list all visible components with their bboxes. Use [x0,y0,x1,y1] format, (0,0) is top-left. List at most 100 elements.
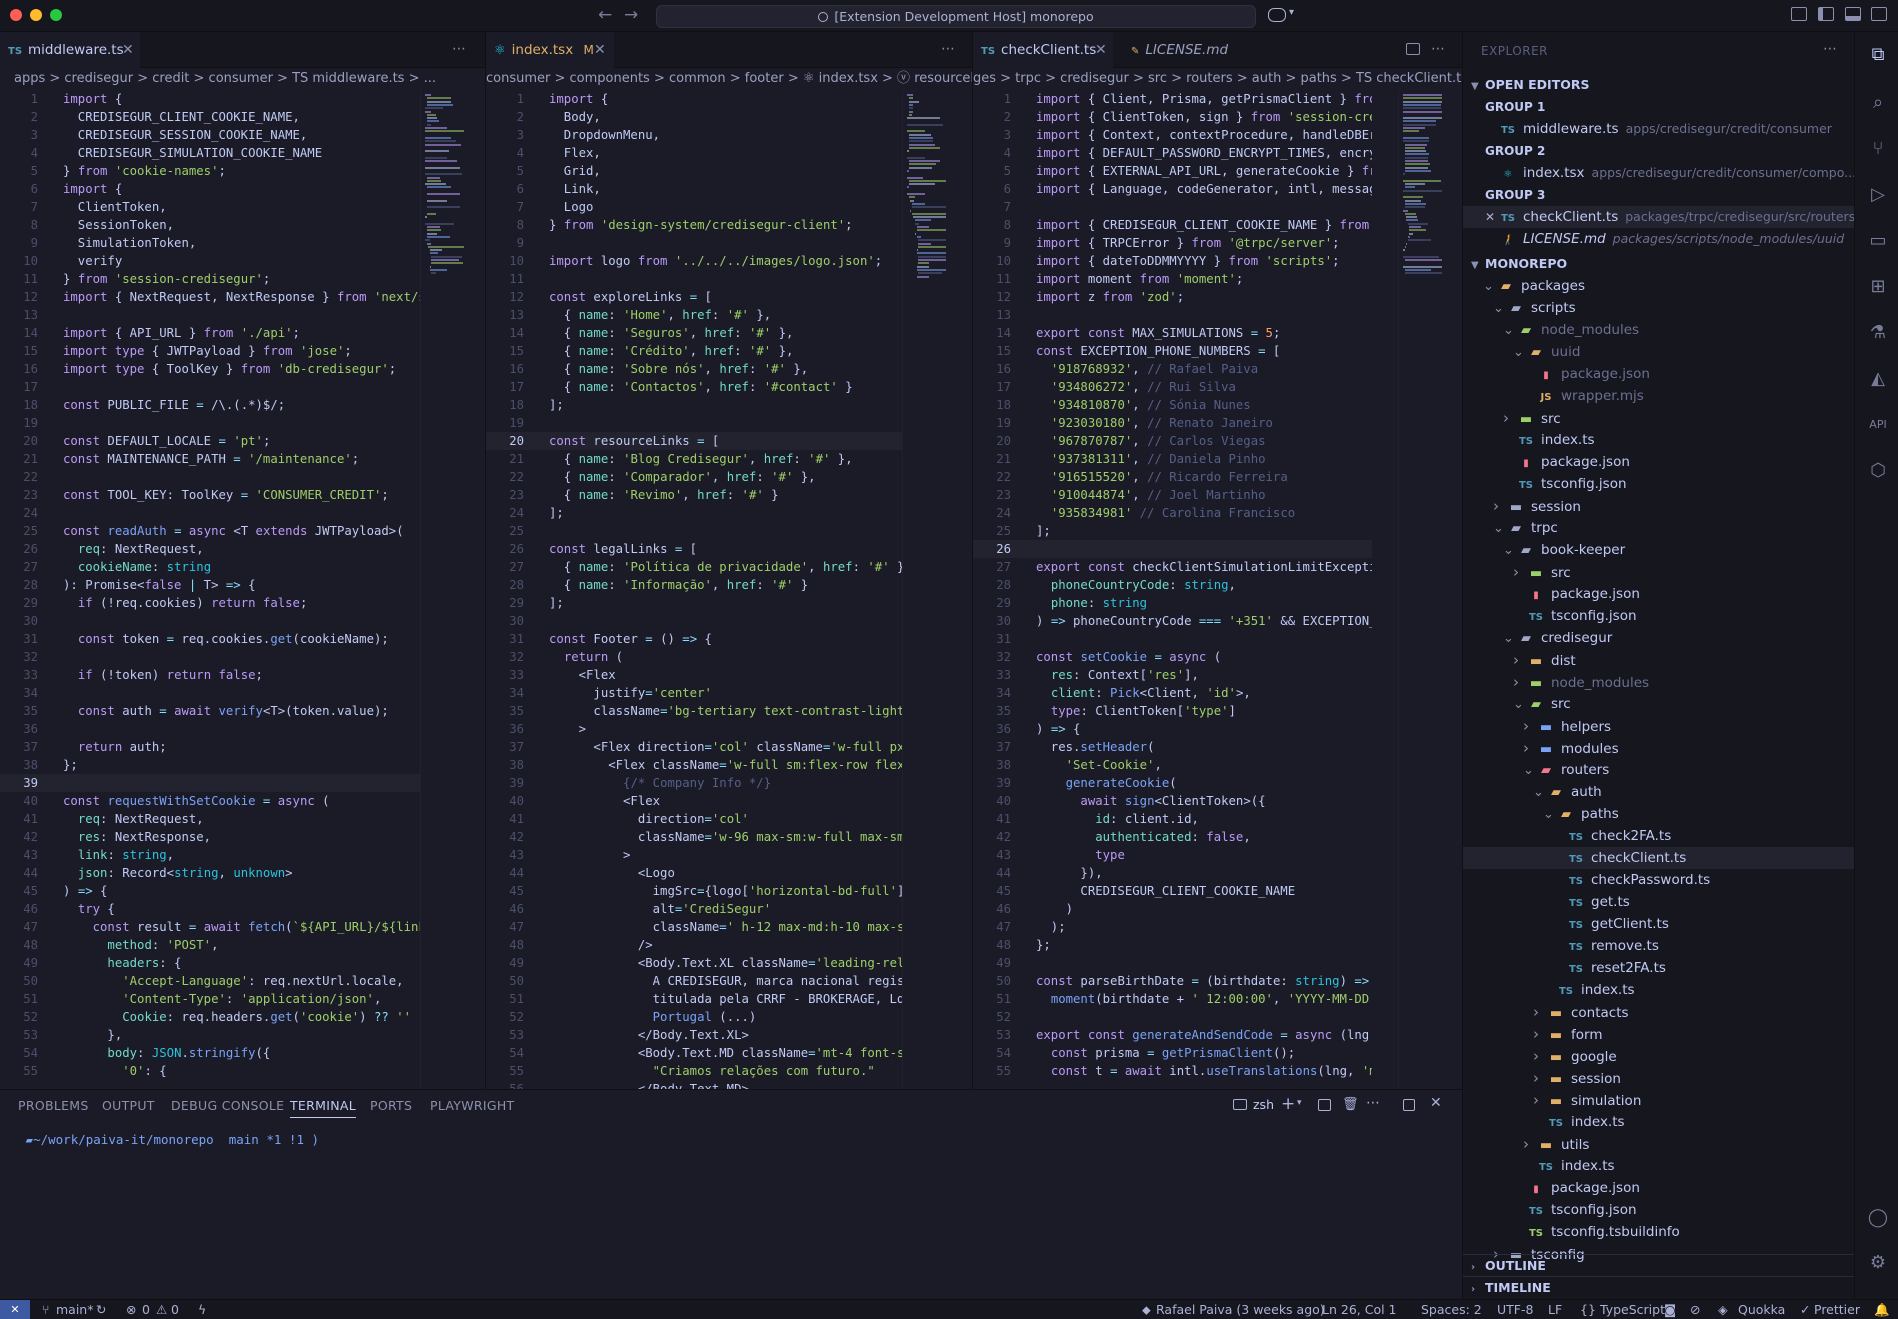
code-line[interactable]: 49 <Body.Text.XL className='leading-rela [486,954,914,972]
code-line[interactable]: 43 > [486,846,914,864]
code-line[interactable]: 20 const DEFAULT_LOCALE = 'pt'; [0,432,425,450]
code-line[interactable]: 49 headers: { [0,954,425,972]
branch-status[interactable]: main* [56,1302,93,1317]
code-line[interactable]: 2 import { ClientToken, sign } from 'sess… [973,108,1372,126]
back-arrow-icon[interactable]: ← [598,5,612,25]
code-line[interactable]: 37 <Flex direction='col' className='w-fu… [486,738,914,756]
code-line[interactable]: 55 "Criamos relações com futuro." [486,1062,914,1080]
tree-folder[interactable]: › ▬ form [1463,1023,1854,1045]
code-line[interactable]: 1 import { [486,90,914,108]
code-line[interactable]: 35 className='bg-tertiary text-contrast-… [486,702,914,720]
tree-file[interactable]: TS remove.ts [1463,935,1854,957]
code-line[interactable]: 51 moment(birthdate + ' 12:00:00', 'YYYY… [973,990,1372,1008]
code-line[interactable]: 8} from 'design-system/credisegur-client… [486,216,914,234]
code-line[interactable]: 5 Grid, [486,162,914,180]
more-actions-icon[interactable]: ⋯ [941,41,955,57]
testing-icon[interactable]: ⚗ [1867,322,1889,344]
code-line[interactable]: 26 req: NextRequest, [0,540,425,558]
code-line[interactable]: 47 ); [973,918,1372,936]
maximize-panel-icon[interactable] [1403,1099,1415,1111]
code-line[interactable]: 50 const parseBirthDate = (birthdate: str… [973,972,1372,990]
code-line[interactable]: 44 json: Record<string, unknown> [0,864,425,882]
code-line[interactable]: 22 { name: 'Comparador', href: '#' }, [486,468,914,486]
code-line[interactable]: 10 import { dateToDDMMYYYY } from 'script… [973,252,1372,270]
code-line[interactable]: 43 link: string, [0,846,425,864]
chevron-down-icon[interactable]: ▾ [1297,1098,1302,1108]
code-line[interactable]: 42 res: NextResponse, [0,828,425,846]
code-line[interactable]: 39 {/* Company Info */} [486,774,914,792]
code-line[interactable]: 23 '910044874', // Joel Martinho [973,486,1372,504]
code-line[interactable]: 25]; [973,522,1372,540]
code-line[interactable]: 52 [973,1008,1372,1026]
copilot-icon[interactable] [1268,8,1286,22]
open-editors-group[interactable]: GROUP 1 [1463,96,1854,118]
close-icon[interactable]: ✕ [1095,32,1107,68]
code-line[interactable]: 41 direction='col' [486,810,914,828]
code-line[interactable]: 32 [0,648,425,666]
code-line[interactable]: 50 'Accept-Language': req.nextUrl.locale… [0,972,425,990]
tree-folder[interactable]: › ▬ utils [1463,1133,1854,1155]
code-line[interactable]: 25 [486,522,914,540]
code-line[interactable]: 39 [0,774,425,792]
new-terminal-icon[interactable]: + [1281,1094,1295,1114]
code-line[interactable]: 2 CREDISEGUR_CLIENT_COOKIE_NAME, [0,108,425,126]
code-line[interactable]: 3 CREDISEGUR_SESSION_COOKIE_NAME, [0,126,425,144]
code-line[interactable]: 1 import { Client, Prisma, getPrismaClien… [973,90,1372,108]
code-line[interactable]: 45 CREDISEGUR_CLIENT_COOKIE_NAME [973,882,1372,900]
code-line[interactable]: 38 'Set-Cookie', [973,756,1372,774]
toggle-primary-sidebar-icon[interactable] [1818,7,1834,21]
code-line[interactable]: 9 SimulationToken, [0,234,425,252]
code-line[interactable]: 4 Flex, [486,144,914,162]
toggle-secondary-sidebar-icon[interactable] [1791,7,1807,21]
code-line[interactable]: 48}; [973,936,1372,954]
tree-folder[interactable]: › ▬ contacts [1463,1001,1854,1023]
tree-file[interactable]: TS index.ts [1463,979,1854,1001]
timeline-header[interactable]: › TIMELINE [1463,1276,1854,1298]
tab-middleware-ts[interactable]: TS middleware.ts ✕ [0,32,140,68]
ports-icon[interactable]: ϟ [198,1302,206,1317]
code-line[interactable]: 29 phone: string [973,594,1372,612]
code-line[interactable]: 53 </Body.Text.XL> [486,1026,914,1044]
code-line[interactable]: 35 const auth = await verify<T>(token.va… [0,702,425,720]
tree-file[interactable]: TS reset2FA.ts [1463,957,1854,979]
tree-folder[interactable]: › ▬ google [1463,1045,1854,1067]
code-line[interactable]: 30) => phoneCountryCode === '+351' && EX… [973,612,1372,630]
code-line[interactable]: 28 { name: 'Informação', href: '#' } [486,576,914,594]
code-line[interactable]: 54 <Body.Text.MD className='mt-4 font-se [486,1044,914,1062]
tree-folder[interactable]: › ▬ modules [1463,737,1854,759]
tree-folder[interactable]: ⌄ ▰ book-keeper [1463,539,1854,561]
code-line[interactable]: 38 <Flex className='w-full sm:flex-row f… [486,756,914,774]
close-icon[interactable]: ✕ [1485,206,1499,228]
code-line[interactable]: 40 const requestWithSetCookie = async ( [0,792,425,810]
prisma-icon[interactable]: ◭ [1867,368,1889,390]
code-line[interactable]: 47 const result = await fetch(`${API_URL… [0,918,425,936]
tree-folder[interactable]: ⌄ ▰ src [1463,693,1854,715]
code-line[interactable]: 6 Link, [486,180,914,198]
code-line[interactable]: 21 { name: 'Blog Credisegur', href: '#' … [486,450,914,468]
account-icon[interactable]: ◯ [1867,1207,1889,1229]
tree-file[interactable]: TS tsconfig.json [1463,1199,1854,1221]
run-debug-icon[interactable]: ▷ [1867,184,1889,206]
terminal-prompt[interactable]: ▰~/work/paiva-it/monorepo main *1 !1 ) [18,1132,320,1147]
tree-folder[interactable]: ⌄ ▰ node_modules [1463,319,1854,341]
quokka-status[interactable]: Quokka [1738,1302,1785,1317]
tree-file[interactable]: TS check2FA.ts [1463,825,1854,847]
tree-folder[interactable]: ⌄ ▰ uuid [1463,341,1854,363]
code-line[interactable]: 33 if (!token) return false; [0,666,425,684]
code-line[interactable]: 24 '935834981' // Carolina Francisco [973,504,1372,522]
code-line[interactable]: 47 className=' h-12 max-md:h-10 max-sm [486,918,914,936]
tree-folder[interactable]: ⌄ ▰ scripts [1463,297,1854,319]
code-line[interactable]: 55 const t = await intl.useTranslations(… [973,1062,1372,1080]
code-line[interactable]: 15 import type { JWTPayload } from 'jose'… [0,342,425,360]
code-line[interactable]: 16 import type { ToolKey } from 'db-credi… [0,360,425,378]
code-editor[interactable]: 1 import {2 CREDISEGUR_CLIENT_COOKIE_NAME… [0,90,425,1089]
breadcrumb[interactable]: ges > trpc > credisegur > src > routers … [973,68,1462,90]
gear-icon[interactable]: ⚙ [1867,1252,1889,1274]
code-line[interactable]: 12 const exploreLinks = [ [486,288,914,306]
code-line[interactable]: 43 type [973,846,1372,864]
tree-folder[interactable]: ⌄ ▰ packages [1463,275,1854,297]
code-line[interactable]: 7 ClientToken, [0,198,425,216]
code-line[interactable]: 8 SessionToken, [0,216,425,234]
tree-file[interactable]: ▮ package.json [1463,451,1854,473]
terminal-shell-label[interactable]: zsh [1253,1097,1274,1112]
